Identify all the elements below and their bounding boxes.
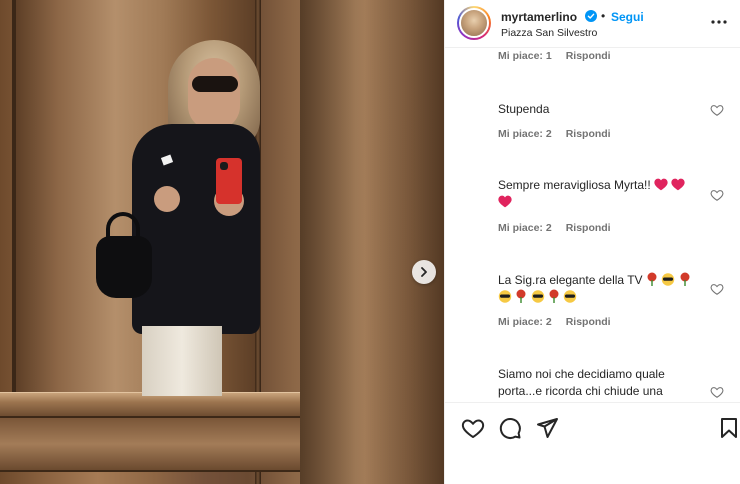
comment-meta: Mi piace: 1 Rispondi	[498, 50, 625, 62]
avatar[interactable]	[457, 6, 491, 40]
post-photo[interactable]	[0, 0, 444, 484]
rose-emoji	[549, 289, 559, 303]
comment-meta: Mi piace: 2 Rispondi	[498, 128, 625, 140]
rose-emoji	[647, 272, 657, 286]
comment-text-line: porta...e ricorda chi chiude una	[498, 384, 663, 398]
paper-plane-icon[interactable]	[535, 416, 559, 440]
red-heart-emoji	[498, 195, 512, 208]
verified-badge-icon	[585, 10, 597, 22]
elevator-panel	[0, 418, 300, 472]
sunglasses	[192, 76, 238, 92]
likes-count[interactable]: Mi piace: 2	[498, 316, 552, 328]
location-link[interactable]: Piazza San Silvestro	[501, 27, 597, 39]
comment-text: La Sig.ra elegante della TV	[498, 273, 643, 287]
next-photo-button[interactable]	[412, 260, 436, 284]
rose-emoji	[680, 272, 690, 286]
rose-emoji	[516, 289, 526, 303]
woman-figure	[92, 36, 260, 396]
like-comment-heart-icon[interactable]	[710, 282, 724, 296]
black-blazer	[132, 124, 260, 334]
bookmark-icon[interactable]	[717, 416, 740, 440]
comment-meta: Mi piace: 2 Rispondi	[498, 316, 625, 328]
username-link[interactable]: myrtamerlino	[501, 10, 577, 24]
reply-button[interactable]: Rispondi	[566, 128, 611, 140]
comments-list: Mi piace: 1 Rispondi Stupenda Mi piace: 2…	[445, 49, 740, 401]
post-header: myrtamerlino • Segui Piazza San Silvestr…	[445, 0, 740, 48]
reply-button[interactable]: Rispondi	[566, 222, 611, 234]
comment-icon[interactable]	[498, 416, 522, 440]
sunglasses-emoji	[662, 273, 675, 286]
like-comment-heart-icon[interactable]	[710, 103, 724, 117]
comment-body: Siamo noi che decidiamo quale porta...e …	[498, 366, 706, 400]
comment-text-line: Siamo noi che decidiamo quale	[498, 367, 665, 381]
more-options-icon[interactable]	[709, 12, 729, 32]
comment-body: La Sig.ra elegante della TV	[498, 272, 706, 306]
likes-count[interactable]: Mi piace: 2	[498, 222, 552, 234]
sunglasses-emoji	[531, 290, 544, 303]
reply-button[interactable]: Rispondi	[566, 50, 611, 62]
elevator-wall	[300, 0, 444, 484]
heart-icon[interactable]	[461, 416, 485, 440]
comment-text: Sempre meravigliosa Myrta!!	[498, 178, 651, 192]
like-comment-heart-icon[interactable]	[710, 188, 724, 202]
post-actions-bar	[445, 402, 740, 448]
red-heart-emoji	[671, 178, 686, 191]
likes-count[interactable]: Mi piace: 2	[498, 128, 552, 140]
red-phone	[216, 158, 242, 204]
like-comment-heart-icon[interactable]	[710, 385, 724, 399]
sunglasses-emoji	[564, 290, 577, 303]
sunglasses-emoji	[498, 290, 512, 303]
separator-dot: •	[601, 9, 606, 23]
comment-text: Stupenda	[498, 102, 550, 116]
likes-count[interactable]: Mi piace: 1	[498, 50, 552, 62]
chevron-right-icon	[421, 267, 427, 277]
post-side-panel: myrtamerlino • Segui Piazza San Silvestr…	[444, 0, 740, 484]
reply-button[interactable]: Rispondi	[566, 316, 611, 328]
follow-button[interactable]: Segui	[611, 10, 644, 24]
elevator-seam	[12, 0, 16, 392]
red-heart-emoji	[654, 178, 668, 191]
comment-meta: Mi piace: 2 Rispondi	[498, 222, 625, 234]
comment-body: Sempre meravigliosa Myrta!!	[498, 177, 706, 211]
handbag	[96, 236, 152, 298]
